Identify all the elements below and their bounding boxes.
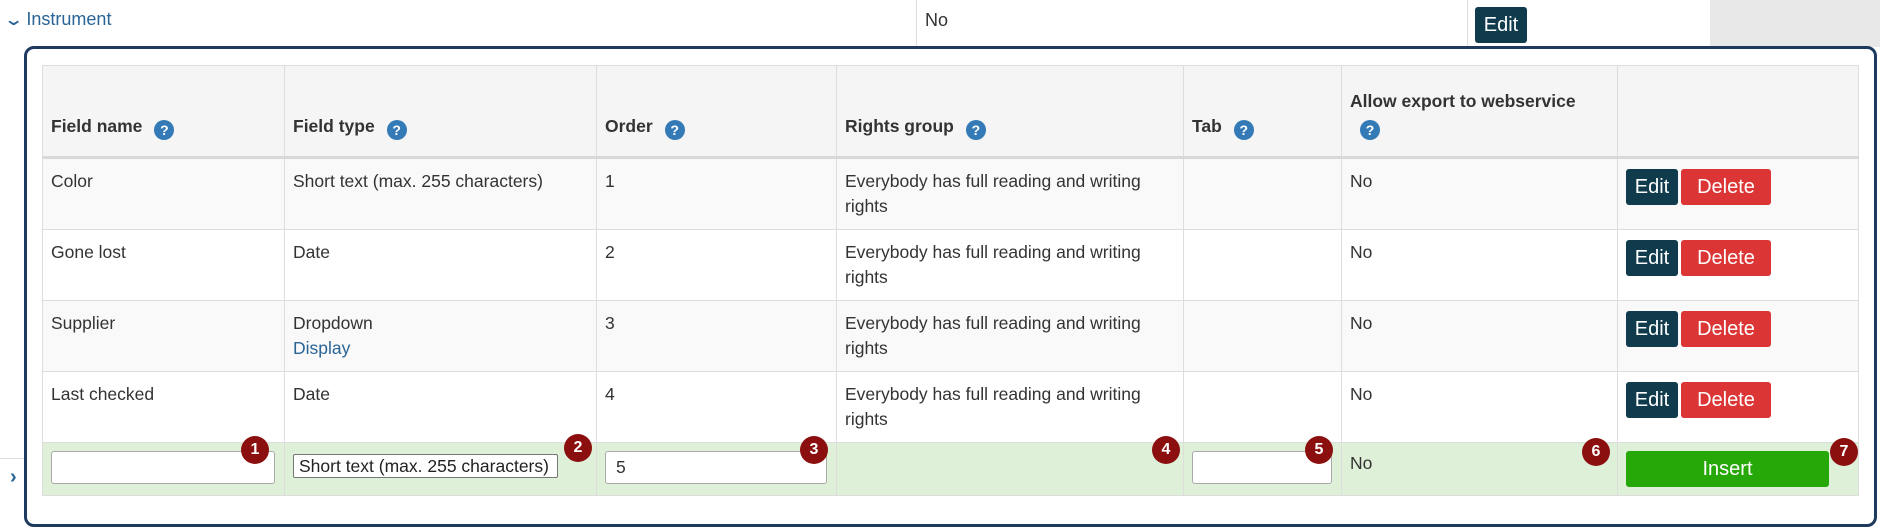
cell-rights-group: Everybody has full reading and writing r… <box>836 300 1184 372</box>
cell-order: 4 <box>596 371 837 443</box>
header-actions <box>1617 65 1859 159</box>
header-order: Order? <box>596 65 837 159</box>
cell-field-type: Date <box>284 229 597 301</box>
column-divider <box>1467 0 1468 47</box>
cell-tab <box>1183 371 1342 443</box>
cell-actions: Edit Delete <box>1617 371 1859 443</box>
cell-actions: Edit Delete <box>1617 229 1859 301</box>
cell-rights-group: Everybody has full reading and writing r… <box>836 157 1184 230</box>
cell-allow-export: No <box>1341 300 1618 372</box>
delete-button[interactable]: Delete <box>1681 311 1771 347</box>
question-circle-icon[interactable]: ? <box>1233 120 1254 140</box>
cell-field-type: Dropdown Display <box>284 300 597 372</box>
table-row: Last checked Date 4 Everybody has full r… <box>42 371 1859 443</box>
table-header-row: Field name? Field type? Order? Rights gr… <box>42 65 1859 159</box>
table-row: Gone lost Date 2 Everybody has full read… <box>42 229 1859 301</box>
cell-field-name: Gone lost <box>42 229 285 301</box>
question-circle-icon[interactable]: ? <box>1360 120 1380 140</box>
parent-row: ⌄ Instrument No Edit <box>0 0 1880 47</box>
edit-button[interactable]: Edit <box>1626 169 1678 205</box>
parent-edit-button[interactable]: Edit <box>1475 7 1527 43</box>
header-tab: Tab? <box>1183 65 1342 159</box>
cell-order: 1 <box>596 157 837 230</box>
cell-actions: Edit Delete <box>1617 157 1859 230</box>
cell-actions: Edit Delete <box>1617 300 1859 372</box>
edit-button[interactable]: Edit <box>1626 311 1678 347</box>
insert-cell-allow-export: No <box>1341 442 1618 496</box>
header-allow-export: Allow export to webservice? <box>1341 65 1618 159</box>
cell-field-name: Color <box>42 157 285 230</box>
cell-allow-export: No <box>1341 371 1618 443</box>
cell-tab <box>1183 157 1342 230</box>
fields-table: Field name? Field type? Order? Rights gr… <box>42 65 1859 496</box>
parent-row-grey-cell <box>1710 0 1880 47</box>
callout-badge-4: 4 <box>1152 436 1180 464</box>
callout-badge-7: 7 <box>1830 438 1858 466</box>
edit-button[interactable]: Edit <box>1626 382 1678 418</box>
cell-tab <box>1183 300 1342 372</box>
instrument-label: Instrument <box>26 9 112 29</box>
cell-tab <box>1183 229 1342 301</box>
callout-badge-3: 3 <box>800 436 828 464</box>
parent-row-value: No <box>925 10 949 30</box>
instrument-toggle[interactable]: ⌄ Instrument <box>3 9 112 30</box>
chevron-down-icon: ⌄ <box>3 11 24 29</box>
row-divider <box>0 458 25 459</box>
cell-field-type: Date <box>284 371 597 443</box>
cell-allow-export: No <box>1341 157 1618 230</box>
question-circle-icon[interactable]: ? <box>386 120 407 140</box>
edit-button[interactable]: Edit <box>1626 240 1678 276</box>
chevron-right-icon[interactable]: › <box>10 466 17 489</box>
callout-badge-6: 6 <box>1582 438 1610 466</box>
delete-button[interactable]: Delete <box>1681 382 1771 418</box>
insert-button[interactable]: Insert <box>1626 451 1829 487</box>
cell-allow-export: No <box>1341 229 1618 301</box>
header-rights-group: Rights group? <box>836 65 1184 159</box>
order-input[interactable] <box>605 451 827 484</box>
header-field-name: Field name? <box>42 65 285 159</box>
insert-cell-field-type: Short text (max. 255 characters) <box>284 442 597 496</box>
table-row: Supplier Dropdown Display 3 Everybody has… <box>42 300 1859 372</box>
cell-field-name: Last checked <box>42 371 285 443</box>
column-divider <box>916 0 917 47</box>
table-row: Color Short text (max. 255 characters) 1… <box>42 157 1859 230</box>
insert-cell-actions: Insert <box>1617 442 1859 496</box>
cell-rights-group: Everybody has full reading and writing r… <box>836 371 1184 443</box>
display-link[interactable]: Display <box>293 338 350 358</box>
question-circle-icon[interactable]: ? <box>965 120 986 140</box>
cell-rights-group: Everybody has full reading and writing r… <box>836 229 1184 301</box>
callout-badge-5: 5 <box>1305 436 1333 464</box>
cell-field-type: Short text (max. 255 characters) <box>284 157 597 230</box>
delete-button[interactable]: Delete <box>1681 240 1771 276</box>
callout-badge-1: 1 <box>241 436 269 464</box>
question-circle-icon[interactable]: ? <box>154 120 175 140</box>
cell-order: 3 <box>596 300 837 372</box>
header-field-type: Field type? <box>284 65 597 159</box>
insert-cell-rights-group <box>836 442 1184 496</box>
cell-field-name: Supplier <box>42 300 285 372</box>
callout-badge-2: 2 <box>564 434 592 462</box>
question-circle-icon[interactable]: ? <box>664 120 685 140</box>
delete-button[interactable]: Delete <box>1681 169 1771 205</box>
field-type-select[interactable]: Short text (max. 255 characters) <box>293 454 558 478</box>
cell-order: 2 <box>596 229 837 301</box>
